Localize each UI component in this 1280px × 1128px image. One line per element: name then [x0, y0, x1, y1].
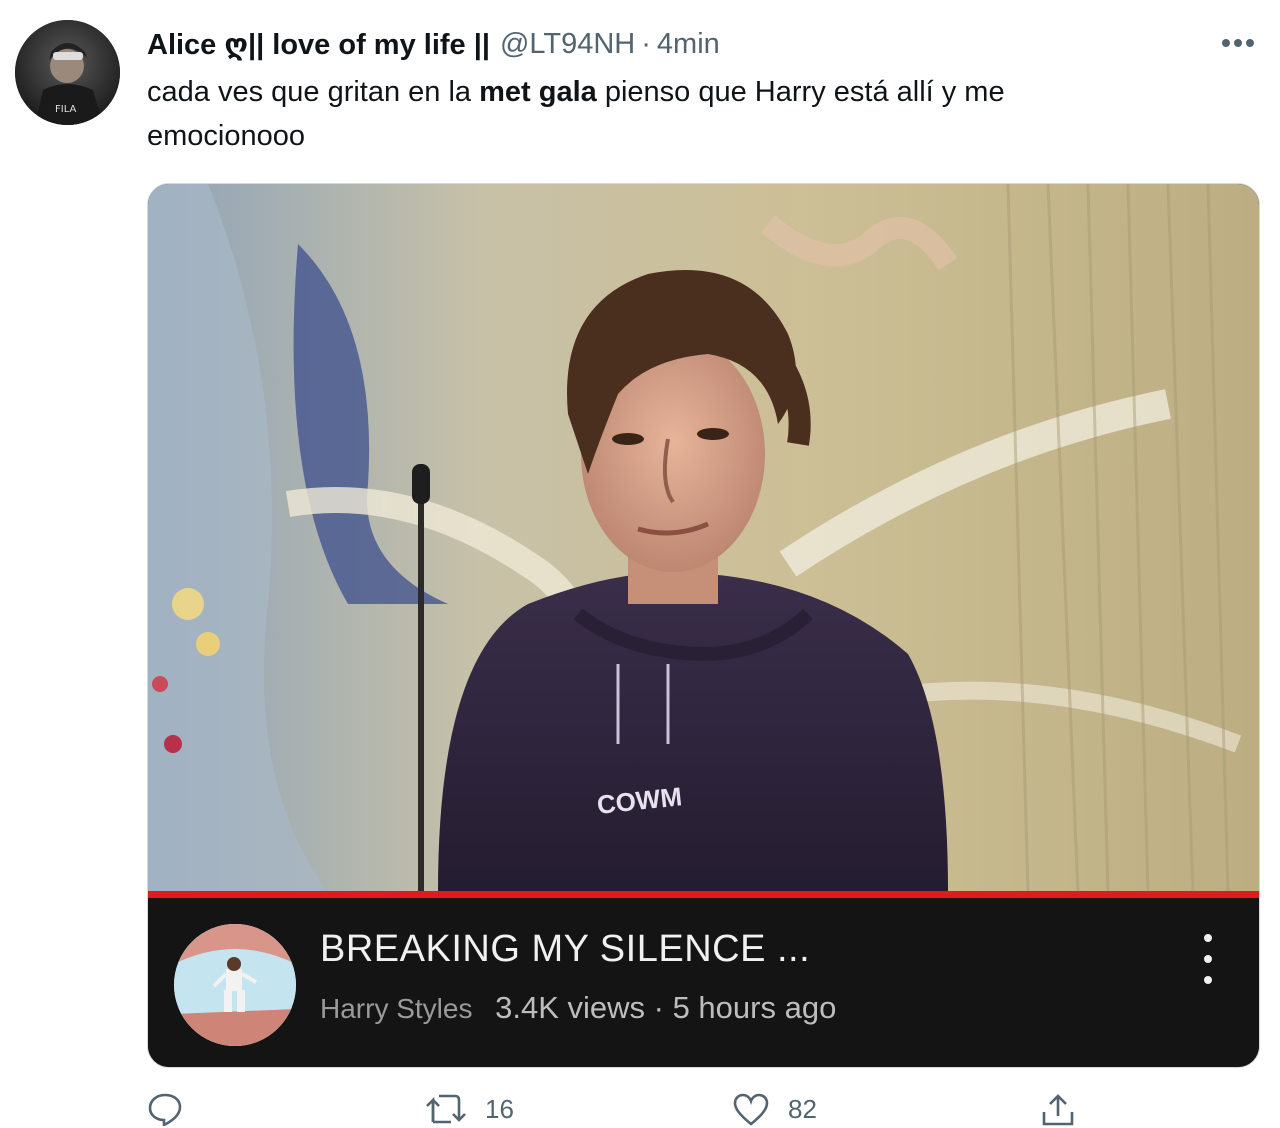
- video-progress-fill: [148, 891, 1259, 898]
- reply-icon: [148, 1093, 182, 1126]
- like-button[interactable]: 82: [732, 1092, 817, 1126]
- share-icon: [1042, 1094, 1074, 1126]
- tweet-timestamp[interactable]: 4min: [657, 28, 720, 61]
- more-vertical-icon[interactable]: [1193, 934, 1223, 984]
- channel-name[interactable]: Harry Styles: [320, 993, 472, 1024]
- retweet-icon: [426, 1094, 466, 1124]
- video-thumbnail: COWM: [148, 184, 1259, 893]
- tweet-actions: 16 82: [147, 1092, 1147, 1128]
- video-title[interactable]: BREAKING MY SILENCE ...: [320, 928, 810, 971]
- like-count: 82: [788, 1093, 817, 1124]
- tweet-text-start: cada ves que gritan en la: [147, 76, 480, 108]
- reply-button[interactable]: [147, 1092, 183, 1126]
- more-horizontal-icon: [1222, 39, 1254, 47]
- header-separator: ·: [641, 27, 651, 60]
- svg-text:FILA: FILA: [55, 104, 77, 115]
- author-handle[interactable]: @LT94NH: [500, 28, 635, 61]
- heart-icon: [733, 1093, 769, 1126]
- tweet-text-bold: met gala: [479, 76, 597, 108]
- author-name[interactable]: Alice ღ|| love of my life ||: [147, 27, 490, 62]
- video-meta: Harry Styles 3.4K views · 5 hours ago: [320, 990, 836, 1026]
- more-options-button[interactable]: [1210, 28, 1266, 58]
- author-avatar[interactable]: FILA: [15, 20, 120, 125]
- channel-avatar[interactable]: [174, 924, 296, 1046]
- tweet-header: Alice ღ|| love of my life || @LT94NH · 4…: [147, 24, 1160, 64]
- retweet-button[interactable]: 16: [423, 1092, 514, 1126]
- retweet-count: 16: [485, 1093, 514, 1124]
- meta-separator: ·: [653, 990, 664, 1025]
- tweet-text: cada ves que gritan en la met gala piens…: [147, 70, 1147, 158]
- video-progress-bar[interactable]: [148, 891, 1259, 898]
- tweet-media[interactable]: COWM BREAKING MY SILENCE ... Harry Style…: [147, 183, 1260, 1068]
- share-button[interactable]: [1040, 1092, 1076, 1126]
- video-info-bar: BREAKING MY SILENCE ... Harry Styles 3.4…: [148, 898, 1259, 1067]
- upload-age: 5 hours ago: [672, 990, 837, 1025]
- view-count: 3.4K views: [495, 990, 645, 1025]
